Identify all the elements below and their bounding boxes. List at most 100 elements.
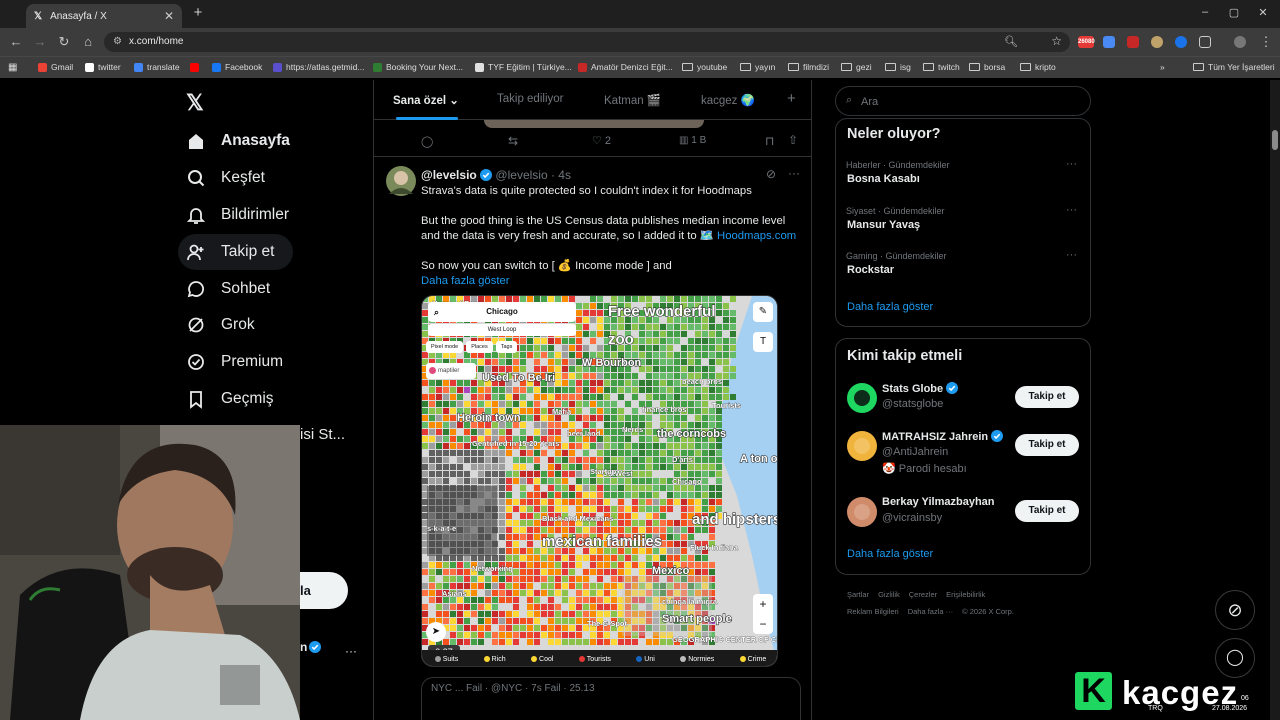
- post-video[interactable]: Free wonderful zoo W Bourbon Used To Be Iri…: [421, 295, 778, 667]
- edit-pencil-icon[interactable]: ✎: [753, 302, 773, 322]
- bookmark-item[interactable]: Gmail: [38, 61, 73, 73]
- map-chip[interactable]: Pixel mode: [426, 341, 464, 353]
- suggested-user-name[interactable]: MATRAHSIZ Jahrein: [882, 430, 1004, 443]
- bookmark-folder[interactable]: yayın: [740, 61, 775, 73]
- bookmark-folder[interactable]: filmdizi: [788, 61, 829, 73]
- bookmark-folder[interactable]: borsa: [969, 61, 1005, 73]
- author-avatar[interactable]: [386, 166, 416, 196]
- bookmark-folder[interactable]: twitch: [923, 61, 960, 73]
- bookmark-item[interactable]: translate: [134, 61, 180, 73]
- zoom-out-button[interactable]: −: [753, 614, 773, 634]
- reload-icon[interactable]: ↻: [56, 34, 72, 50]
- translate-extension-icon[interactable]: [1103, 36, 1115, 48]
- share-icon[interactable]: ⇧: [788, 133, 798, 147]
- bookmark-item[interactable]: TYF Eğitim | Türkiye...: [475, 61, 572, 73]
- minimize-button[interactable]: –: [1196, 6, 1214, 22]
- extension-icon-2[interactable]: [1175, 36, 1187, 48]
- footer-link[interactable]: Gizlilik: [878, 590, 900, 599]
- footer-link[interactable]: Çerezler: [909, 590, 937, 599]
- grok-icon[interactable]: ⊘: [766, 167, 776, 181]
- nav-item-4[interactable]: Takip et: [178, 234, 293, 270]
- author-handle[interactable]: @levelsio: [495, 168, 547, 182]
- nav-item-3[interactable]: Bildirimler: [178, 197, 289, 233]
- map-chip[interactable]: Places: [466, 341, 493, 353]
- suggested-user-avatar[interactable]: [847, 431, 877, 461]
- bookmark-folder[interactable]: youtube: [682, 61, 727, 73]
- zoom-in-button[interactable]: +: [753, 594, 773, 614]
- post-more-icon[interactable]: ···: [788, 166, 800, 180]
- messages-floating-button[interactable]: ◯: [1215, 638, 1255, 678]
- trend-item[interactable]: Mansur Yavaş: [847, 219, 920, 231]
- bookmark-item[interactable]: twitter: [85, 61, 121, 73]
- scrollbar-thumb[interactable]: [1272, 130, 1278, 150]
- trend-item[interactable]: Rockstar: [847, 264, 894, 276]
- menu-icon[interactable]: ⋮: [1258, 34, 1274, 50]
- extension-icon[interactable]: [1151, 36, 1163, 48]
- bookmark-item[interactable]: Amatör Denizci Eğit...: [578, 61, 673, 73]
- nav-item-8[interactable]: Geçmiş: [178, 381, 274, 417]
- suggested-user-handle[interactable]: @statsglobe: [882, 398, 943, 410]
- nav-item-5[interactable]: Sohbet: [178, 271, 270, 307]
- new-tab-button[interactable]: +: [190, 5, 206, 22]
- legend-item[interactable]: Suits: [434, 656, 458, 663]
- tab-kacgez[interactable]: kacgez 🌍: [701, 93, 755, 107]
- profile-more-icon[interactable]: ···: [345, 644, 357, 658]
- bookmark-folder[interactable]: gezi: [841, 61, 872, 73]
- footer-link[interactable]: Reklam Bilgileri: [847, 607, 899, 616]
- tab-following[interactable]: Takip ediliyor: [497, 93, 563, 105]
- locate-icon[interactable]: ➤: [426, 622, 446, 642]
- address-bar[interactable]: ⚙ x.com/home 🔍︎ ☆: [104, 32, 1070, 52]
- grok-floating-button[interactable]: ⊘: [1215, 590, 1255, 630]
- bookmark-folder[interactable]: kripto: [1020, 61, 1056, 73]
- trend-more-icon[interactable]: ···: [1066, 249, 1077, 261]
- x-logo-icon[interactable]: 𝕏: [186, 90, 204, 116]
- legend-item[interactable]: Crime: [739, 656, 766, 663]
- star-icon[interactable]: ☆: [1051, 34, 1062, 48]
- post-link[interactable]: Hoodmaps.com: [717, 230, 796, 242]
- search-input[interactable]: ⌕ Ara: [835, 86, 1091, 116]
- taskbar-language[interactable]: TRQ: [1148, 705, 1163, 712]
- legend-item[interactable]: Tourists: [578, 656, 611, 663]
- repost-icon[interactable]: ⇆: [508, 134, 518, 148]
- bookmark-post-icon[interactable]: ⊓: [765, 134, 774, 148]
- suggested-user-avatar[interactable]: [847, 383, 877, 413]
- bookmark-item[interactable]: [190, 61, 199, 73]
- extensions-puzzle-icon[interactable]: [1199, 36, 1211, 48]
- map-search-input[interactable]: ⌕ Chicago: [428, 302, 576, 322]
- trend-more-icon[interactable]: ···: [1066, 158, 1077, 170]
- forward-icon[interactable]: →: [32, 34, 48, 50]
- trends-show-more[interactable]: Daha fazla göster: [847, 301, 933, 313]
- back-icon[interactable]: ←: [8, 34, 24, 50]
- bookmark-item[interactable]: Facebook: [212, 61, 262, 73]
- views-button[interactable]: ▥ 1 B: [679, 135, 706, 146]
- apps-grid-icon[interactable]: ▦: [8, 61, 17, 73]
- bookmark-folder[interactable]: isg: [885, 61, 911, 73]
- footer-link[interactable]: Daha fazla ···: [908, 607, 953, 616]
- nav-item-2[interactable]: Keşfet: [178, 160, 265, 196]
- zoom-icon[interactable]: 🔍︎: [1004, 35, 1018, 48]
- nav-item-1[interactable]: Anasayfa: [178, 123, 290, 159]
- bookmark-item[interactable]: Booking Your Next...: [373, 61, 463, 73]
- show-more-link[interactable]: Daha fazla göster: [421, 274, 806, 289]
- footer-link[interactable]: Şartlar: [847, 590, 869, 599]
- browser-tab[interactable]: 𝕏 Anasayfa / X ✕: [26, 4, 182, 28]
- follow-button[interactable]: Takip et: [1015, 386, 1079, 408]
- reply-icon[interactable]: ◯: [421, 135, 433, 148]
- text-tool-icon[interactable]: T: [753, 332, 773, 352]
- footer-link[interactable]: Erişilebilirlik: [946, 590, 985, 599]
- legend-item[interactable]: Rich: [483, 656, 506, 663]
- trend-item[interactable]: Bosna Kasabı: [847, 173, 920, 185]
- suggested-user-avatar[interactable]: [847, 497, 877, 527]
- tab-katman[interactable]: Katman 🎬: [604, 93, 661, 107]
- abp-extension-icon[interactable]: [1127, 36, 1139, 48]
- legend-item[interactable]: Uni: [636, 656, 655, 663]
- nav-item-7[interactable]: Premium: [178, 344, 283, 380]
- follow-button[interactable]: Takip et: [1015, 500, 1079, 522]
- suggested-user-name[interactable]: Berkay Yilmazbayhan: [882, 496, 995, 508]
- author-name[interactable]: @levelsio: [421, 168, 477, 182]
- nav-item-6[interactable]: Grok: [178, 307, 255, 343]
- like-button[interactable]: ♡ 2: [592, 134, 611, 147]
- extension-badge[interactable]: 26080: [1078, 36, 1095, 48]
- follow-button[interactable]: Takip et: [1015, 434, 1079, 456]
- suggested-user-name[interactable]: Stats Globe: [882, 382, 959, 395]
